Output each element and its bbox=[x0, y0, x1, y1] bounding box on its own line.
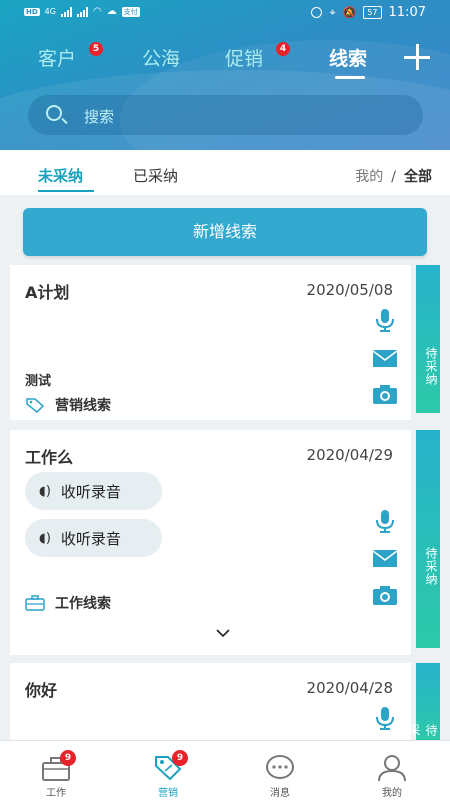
status-strip[interactable]: 待采纳 bbox=[416, 430, 440, 648]
lead-title: A计划 bbox=[25, 283, 70, 302]
tab-public-pool[interactable]: 公海 bbox=[142, 44, 180, 71]
email-icon[interactable] bbox=[372, 345, 398, 371]
play-recording-button[interactable]: ◖) 收听录音 bbox=[25, 519, 162, 557]
lead-card[interactable]: 你好 2020/04/28 bbox=[10, 663, 411, 743]
microphone-icon[interactable] bbox=[372, 307, 398, 333]
tab-promotion[interactable]: 促销 bbox=[225, 44, 263, 71]
signal-icon bbox=[60, 6, 72, 17]
header: HD 4G ◠ ☁ 支付 ⌖ 🔕 57 11:07 客户 5 公海 促销 4 线… bbox=[0, 0, 450, 150]
tab-leads-indicator bbox=[335, 76, 365, 79]
add-lead-button[interactable]: 新增线索 bbox=[23, 208, 427, 256]
lead-title: 工作么 bbox=[25, 448, 74, 467]
owner-filter: 我的 / 全部 bbox=[355, 166, 432, 186]
lead-date: 2020/04/29 bbox=[306, 446, 393, 464]
lead-type: 工作线索 bbox=[25, 593, 111, 613]
status-bar: HD 4G ◠ ☁ 支付 ⌖ 🔕 57 11:07 bbox=[0, 0, 450, 28]
marketing-badge: 9 bbox=[172, 750, 188, 766]
filter-separator: / bbox=[391, 169, 396, 185]
lead-type-label: 营销线索 bbox=[55, 398, 111, 414]
chevron-down-icon[interactable] bbox=[216, 626, 230, 640]
mute-icon: 🔕 bbox=[342, 6, 357, 19]
status-left: HD 4G ◠ ☁ 支付 bbox=[24, 6, 140, 17]
location-icon: ⌖ bbox=[329, 5, 336, 19]
hd-badge: HD bbox=[24, 7, 40, 16]
clock: 11:07 bbox=[388, 5, 426, 20]
lead-title: 你好 bbox=[25, 681, 58, 700]
wifi-icon: ◠ bbox=[92, 6, 102, 17]
chat-icon bbox=[266, 755, 294, 779]
microphone-icon[interactable] bbox=[372, 508, 398, 534]
alarm-icon bbox=[311, 7, 323, 18]
search-icon bbox=[46, 105, 62, 121]
tab-promotion-badge: 4 bbox=[276, 42, 290, 56]
lead-card[interactable]: 工作么 2020/04/29 ◖) 收听录音 ◖) 收听录音 工作线索 bbox=[10, 430, 411, 655]
tab-customers[interactable]: 客户 bbox=[38, 44, 76, 71]
signal-icon bbox=[76, 6, 88, 17]
tab-unadopted[interactable]: 未采纳 bbox=[38, 165, 83, 186]
camera-icon[interactable] bbox=[372, 381, 398, 407]
email-icon[interactable] bbox=[372, 545, 398, 571]
bottom-tab-bar: 9 工作 9 营销 消息 我的 bbox=[0, 740, 450, 800]
add-icon[interactable] bbox=[404, 44, 430, 70]
tabbar-work[interactable]: 9 工作 bbox=[0, 741, 112, 800]
filter-mine[interactable]: 我的 bbox=[355, 169, 383, 185]
tab-customers-badge: 5 bbox=[89, 42, 103, 56]
tab-unadopted-indicator bbox=[38, 190, 94, 192]
cloud-icon: ☁ bbox=[106, 6, 117, 17]
filter-all[interactable]: 全部 bbox=[404, 169, 432, 185]
microphone-icon[interactable] bbox=[372, 705, 398, 731]
tabbar-label: 工作 bbox=[46, 788, 66, 799]
tabbar-marketing[interactable]: 9 营销 bbox=[112, 741, 224, 800]
tab-adopted[interactable]: 已采纳 bbox=[133, 165, 178, 186]
tab-leads[interactable]: 线索 bbox=[329, 44, 367, 71]
camera-icon[interactable] bbox=[372, 582, 398, 608]
top-nav: 客户 5 公海 促销 4 线索 bbox=[0, 40, 450, 80]
audio-wave-icon: ◖) bbox=[39, 530, 51, 546]
network-type: 4G bbox=[44, 7, 56, 16]
tabbar-label: 消息 bbox=[270, 788, 290, 799]
tabbar-label: 营销 bbox=[158, 788, 178, 799]
play-recording-label: 收听录音 bbox=[60, 482, 121, 501]
tabbar-messages[interactable]: 消息 bbox=[224, 741, 336, 800]
lead-type-label: 工作线索 bbox=[55, 596, 111, 612]
status-right: ⌖ 🔕 57 11:07 bbox=[311, 5, 426, 20]
sub-tabs: 未采纳 已采纳 我的 / 全部 bbox=[0, 150, 450, 195]
lead-date: 2020/04/28 bbox=[306, 679, 393, 697]
lead-note: 测试 bbox=[25, 374, 52, 389]
play-recording-label: 收听录音 bbox=[60, 529, 121, 548]
tabbar-label: 我的 bbox=[382, 788, 402, 799]
lead-date: 2020/05/08 bbox=[306, 281, 393, 299]
play-recording-button[interactable]: ◖) 收听录音 bbox=[25, 472, 162, 510]
status-strip[interactable]: 待采纳 bbox=[416, 265, 440, 413]
work-badge: 9 bbox=[60, 750, 76, 766]
pay-badge: 支付 bbox=[121, 6, 140, 17]
lead-type: 营销线索 bbox=[25, 395, 111, 415]
search-placeholder: 搜索 bbox=[84, 108, 115, 126]
search-input[interactable]: 搜索 bbox=[28, 95, 423, 135]
briefcase-icon bbox=[25, 595, 45, 611]
tag-icon bbox=[26, 398, 45, 413]
battery-icon: 57 bbox=[363, 6, 382, 19]
user-icon bbox=[378, 755, 406, 782]
tabbar-profile[interactable]: 我的 bbox=[336, 741, 448, 800]
status-strip[interactable]: 待采 bbox=[407, 663, 440, 743]
lead-card[interactable]: A计划 2020/05/08 测试 营销线索 bbox=[10, 265, 411, 420]
audio-wave-icon: ◖) bbox=[39, 483, 51, 499]
